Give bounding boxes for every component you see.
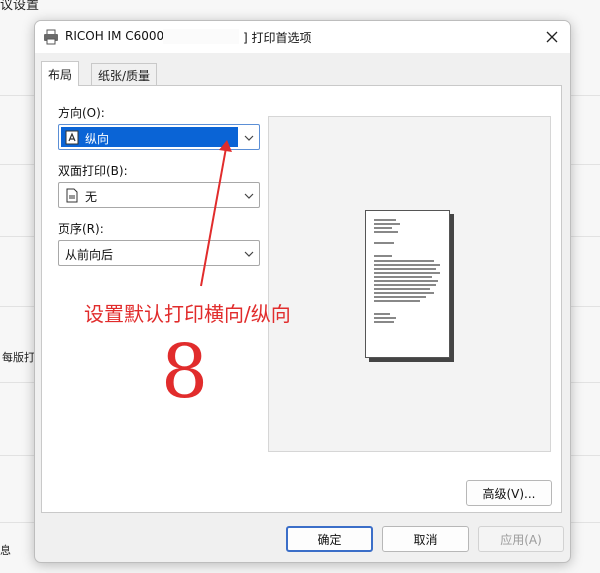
close-icon bbox=[546, 31, 558, 43]
cancel-button[interactable]: 取消 bbox=[382, 526, 469, 552]
ok-button[interactable]: 确定 bbox=[286, 526, 373, 552]
tab-layout[interactable]: 布局 bbox=[41, 61, 80, 86]
background-label-layout: 每版打 bbox=[2, 351, 35, 364]
duplex-label: 双面打印(B): bbox=[58, 164, 128, 178]
orientation-select[interactable]: 纵向 bbox=[58, 124, 260, 150]
duplex-value: 无 bbox=[85, 190, 98, 204]
annotation-step-number: 8 bbox=[161, 329, 209, 415]
printer-icon bbox=[44, 29, 58, 45]
duplex-select[interactable]: 无 bbox=[58, 182, 260, 208]
paper-preview bbox=[365, 210, 450, 358]
close-button[interactable] bbox=[540, 25, 564, 49]
page-order-label: 页序(R): bbox=[58, 222, 104, 236]
orientation-value: 纵向 bbox=[85, 132, 110, 146]
chevron-down-icon bbox=[244, 193, 254, 199]
background-title: 议设置 bbox=[0, 0, 40, 13]
page-icon bbox=[66, 188, 78, 203]
dialog-title-suffix: ] 打印首选项 bbox=[243, 31, 312, 45]
portrait-page-icon bbox=[65, 130, 79, 145]
background-label-info: 息 bbox=[0, 544, 11, 557]
redacted-region bbox=[163, 29, 239, 44]
printing-preferences-dialog: RICOH IM C6000 [ ] 打印首选项 布局 纸张/质量 方向(O):… bbox=[34, 20, 571, 563]
chevron-down-icon bbox=[244, 135, 254, 141]
tab-paper-quality[interactable]: 纸张/质量 bbox=[91, 63, 158, 85]
page-order-select[interactable]: 从前向后 bbox=[58, 240, 260, 266]
page-order-value: 从前向后 bbox=[65, 248, 114, 262]
dialog-title-printer: RICOH IM C6000 [ bbox=[65, 29, 173, 43]
orientation-label: 方向(O): bbox=[58, 106, 105, 120]
apply-button[interactable]: 应用(A) bbox=[478, 526, 564, 552]
layout-preview bbox=[268, 116, 551, 452]
chevron-down-icon bbox=[244, 251, 254, 257]
advanced-button[interactable]: 高级(V)... bbox=[466, 480, 552, 506]
annotation-text: 设置默认打印横向/纵向 bbox=[84, 302, 291, 326]
dialog-titlebar: RICOH IM C6000 [ ] 打印首选项 bbox=[35, 21, 570, 53]
